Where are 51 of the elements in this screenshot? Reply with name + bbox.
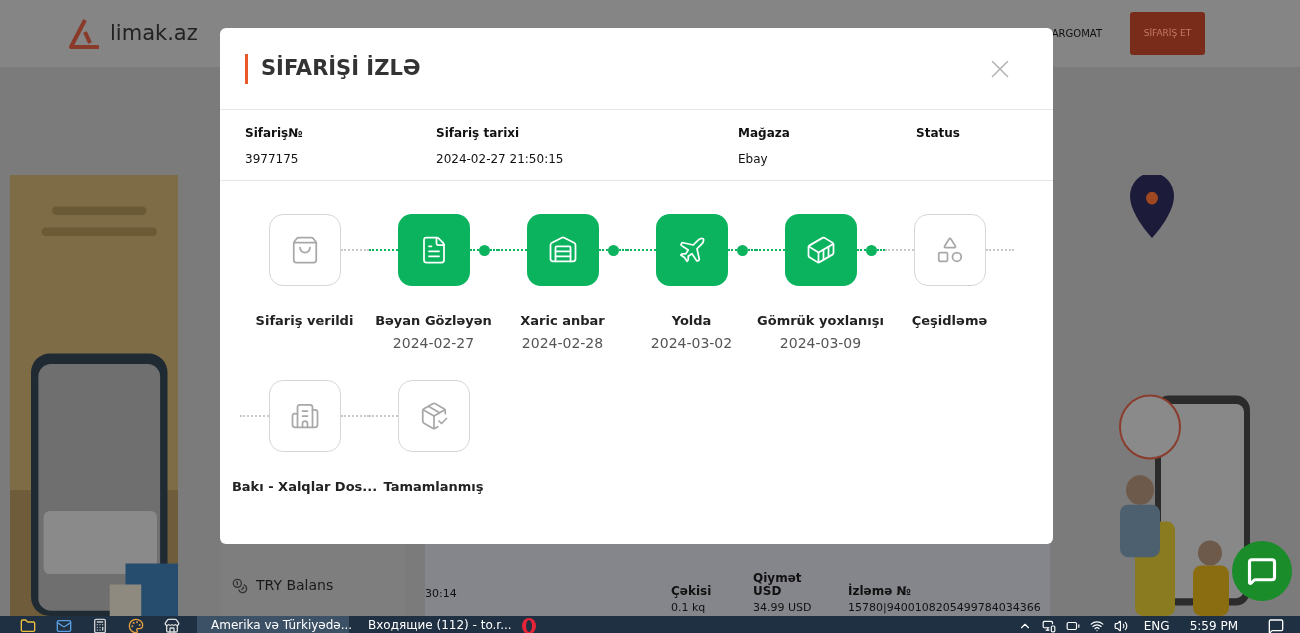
info-label: Sifariş tarixi	[436, 125, 521, 142]
step-date: 2024-03-02	[650, 333, 733, 353]
calculator-icon[interactable]	[92, 618, 108, 633]
store-icon[interactable]	[164, 618, 180, 633]
info-value: 2024-02-27 21:50:15	[436, 151, 565, 168]
language-indicator[interactable]: ENG	[1143, 617, 1170, 633]
battery-icon[interactable]	[1065, 619, 1080, 633]
info-label: Sifariş№	[245, 125, 304, 142]
info-label: Mağaza	[738, 125, 791, 142]
info-label: Status	[916, 125, 961, 142]
info-value: 3977175	[245, 151, 300, 168]
info-value: Ebay	[738, 151, 769, 168]
step-icon	[547, 235, 578, 265]
table-cell-text: 0.1 kq	[671, 601, 707, 614]
nav-link[interactable]: ARGOMAT	[1051, 26, 1102, 41]
step-icon	[805, 235, 836, 265]
folder-icon[interactable]	[20, 618, 36, 633]
volume-icon[interactable]	[1113, 619, 1128, 633]
chat-button[interactable]	[1232, 541, 1292, 601]
chat-icon	[1247, 556, 1277, 586]
step-label: Gömrük yoxlanışı	[757, 312, 884, 330]
sidebar-item[interactable]: TRY Balans	[256, 575, 334, 596]
table-cell-text: 34.99 USD	[753, 601, 813, 614]
column-heading: İzləmə №	[848, 585, 912, 598]
taskbar-window[interactable]: Входящие (112) - to.r...	[354, 616, 509, 633]
step-date: 2024-02-27	[392, 333, 475, 353]
logo-text: limak.az	[110, 19, 198, 47]
mail-icon[interactable]	[56, 618, 72, 633]
step-label: Bəyan Gözləyən	[375, 312, 492, 330]
balance-icon	[232, 577, 248, 594]
palette-icon[interactable]	[128, 618, 144, 633]
clock[interactable]: 5:59 PM	[1189, 617, 1238, 633]
step-label: Xaric anbar	[520, 312, 605, 330]
step-label: Yolda	[671, 312, 712, 330]
step-date: 2024-03-09	[779, 333, 862, 353]
logo-icon	[68, 16, 102, 51]
table-cell-text: 30:14	[425, 585, 458, 602]
device-icon[interactable]	[1041, 619, 1056, 633]
browser-icon[interactable]	[521, 618, 537, 633]
table-cell-text: 15780|9400108205499784034366	[848, 601, 1042, 614]
step-label: Bakı - Xalqlar Dos...	[231, 477, 378, 496]
column-heading: Qiymət USD	[753, 572, 803, 598]
dialog-title: SİFARİŞİ İZLƏ	[261, 54, 421, 82]
column-heading: Çəkisi	[671, 585, 713, 598]
wifi-icon[interactable]	[1089, 619, 1104, 633]
step-date: 2024-02-28	[521, 333, 604, 353]
step-label: Sifariş verildi	[255, 312, 354, 330]
notification-icon[interactable]	[1268, 618, 1284, 633]
step-label: Çeşidləmə	[911, 312, 988, 330]
taskbar-window[interactable]: Amerika və Türkiyədə...	[197, 616, 349, 633]
step-label: Tamamlanmış	[383, 477, 484, 496]
